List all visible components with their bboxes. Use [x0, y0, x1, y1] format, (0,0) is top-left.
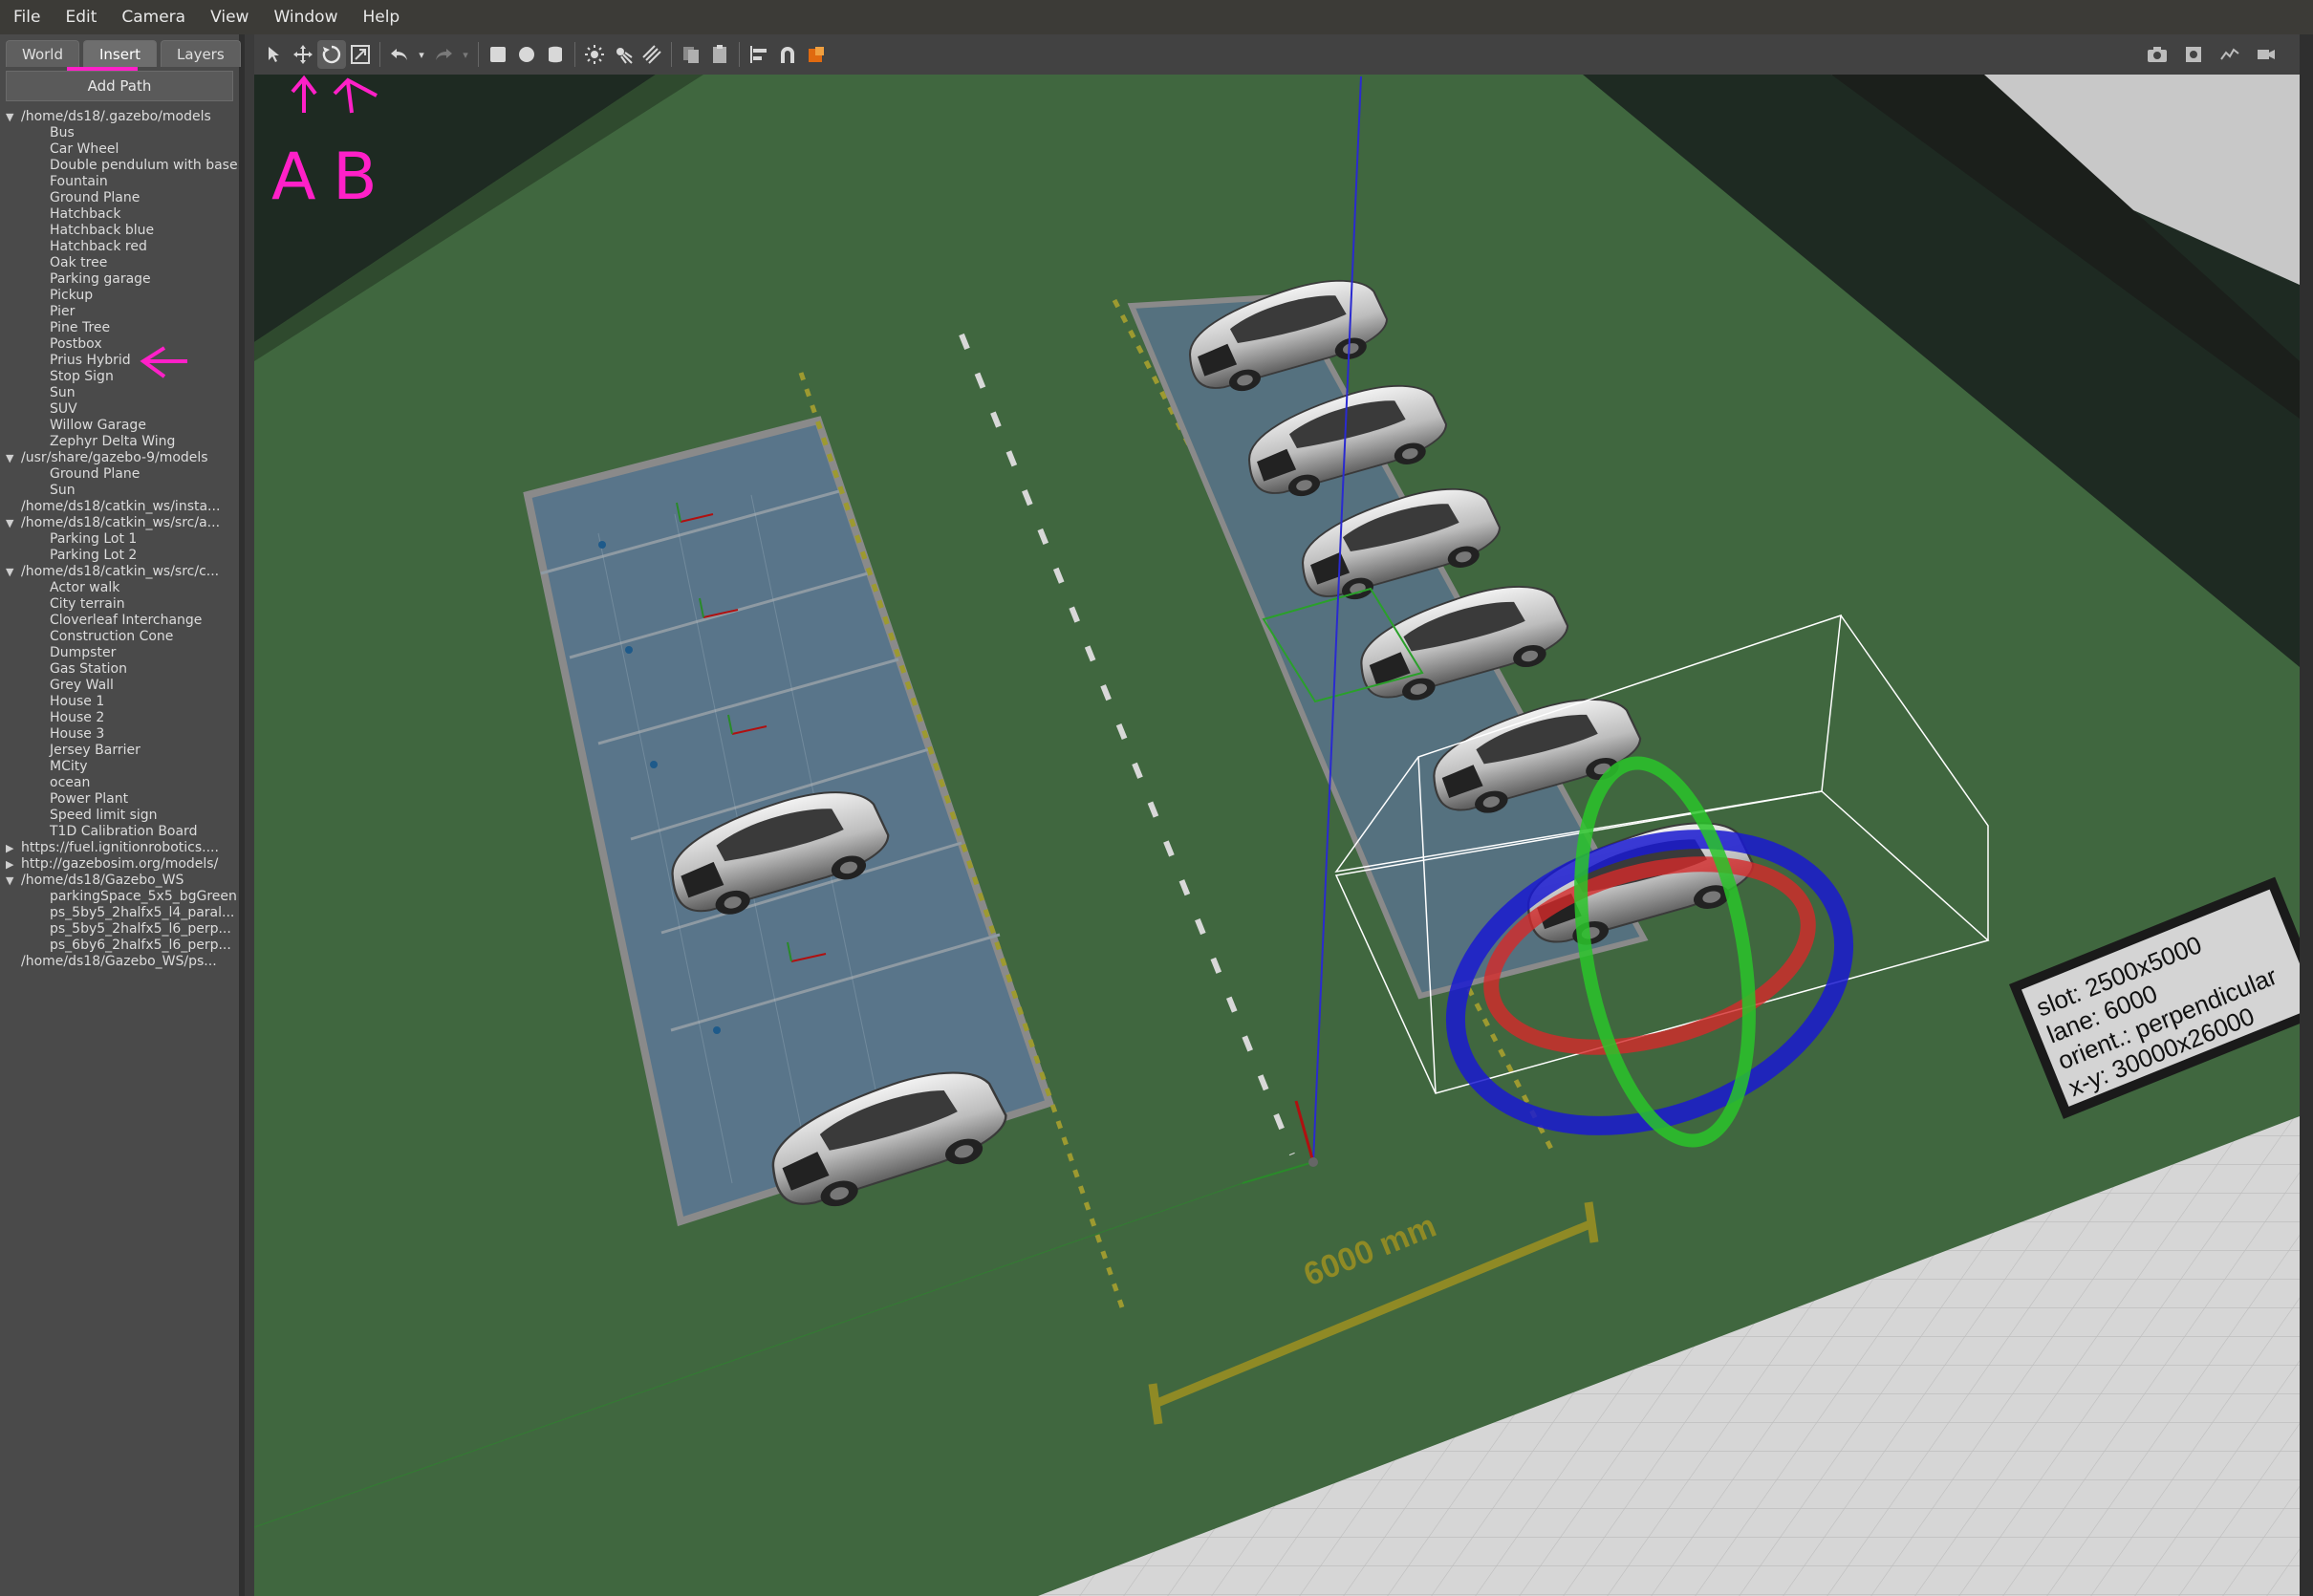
arrow-a: [291, 75, 317, 113]
arrow-prius: [140, 346, 187, 378]
arrow-b: [333, 77, 378, 114]
annotation-a: A: [271, 140, 316, 215]
annotation-b: B: [333, 140, 378, 215]
annotation-layer: [67, 67, 378, 378]
